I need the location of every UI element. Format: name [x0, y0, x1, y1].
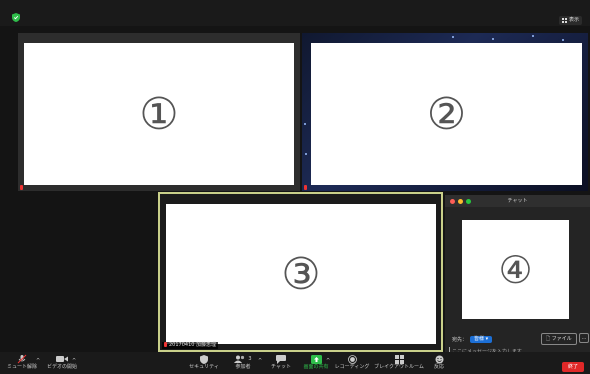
view-button-label: 表示 [568, 17, 579, 23]
grid-icon [561, 18, 567, 23]
maximize-window-icon[interactable] [466, 199, 471, 204]
chat-content-placeholder: ④ [462, 220, 569, 319]
chat-label: チャット [271, 364, 291, 370]
file-button-label: ファイル [551, 336, 572, 342]
shared-screen-2: ② [311, 43, 582, 185]
breakout-icon [394, 354, 404, 364]
background-sparkle [305, 153, 307, 155]
reactions-label: 反応 [433, 364, 444, 370]
chat-panel: チャット ④ 宛先： 皆様 ▾ 🗋 ファイル … [445, 195, 590, 360]
unmute-button[interactable]: ミュート解除 [4, 354, 40, 371]
breakout-rooms-button[interactable]: ブレイクアウトルーム [372, 354, 426, 371]
chat-recipient-row: 宛先： 皆様 ▾ [452, 336, 493, 343]
tile-number-4: ④ [498, 247, 533, 292]
chat-recipient-select[interactable]: 皆様 ▾ [470, 336, 493, 343]
chat-icon [276, 354, 286, 364]
security-label: セキュリティ [189, 364, 219, 370]
security-shield-icon[interactable] [12, 13, 20, 22]
background-sparkle [492, 38, 494, 40]
share-options-chevron-icon[interactable]: ^ [326, 358, 330, 364]
mic-muted-icon [164, 342, 167, 347]
security-button[interactable]: セキュリティ [186, 354, 222, 371]
participants-chevron-icon[interactable]: ^ [258, 358, 262, 364]
video-tile-3-active[interactable]: ③ 20170410 加藤恵理 [158, 192, 443, 352]
view-button[interactable]: 表示 [558, 16, 582, 25]
record-label: レコーディング [334, 364, 370, 370]
end-meeting-button[interactable]: 終了 [562, 362, 584, 372]
reactions-button[interactable]: 反応 [430, 354, 448, 371]
record-button[interactable]: レコーディング [334, 354, 370, 371]
video-options-chevron-icon[interactable]: ^ [72, 358, 76, 364]
video-icon [56, 356, 68, 362]
tile-number-2: ② [426, 88, 467, 140]
chat-more-button[interactable]: … [579, 333, 589, 343]
background-sparkle [562, 39, 564, 41]
participant-name: 20170410 加藤恵理 [169, 342, 217, 348]
start-video-label: ビデオの開始 [46, 364, 77, 370]
background-sparkle [304, 123, 306, 125]
top-bar: 表示 [0, 0, 590, 26]
participants-label: 参加者 [235, 364, 251, 370]
unmute-label: ミュート解除 [6, 364, 37, 370]
share-screen-icon [310, 354, 322, 364]
breakout-rooms-label: ブレイクアウトルーム [374, 364, 424, 370]
tile-number-1: ① [139, 88, 179, 140]
mic-muted-icon [304, 185, 307, 190]
reaction-icon [435, 355, 443, 363]
participants-button[interactable]: 3 参加者 [228, 354, 258, 371]
file-icon: 🗋 [546, 336, 551, 342]
participant-count: 3 [248, 356, 252, 362]
minimize-window-icon[interactable] [458, 199, 463, 204]
meeting-toolbar: ミュート解除 ^ ビデオの開始 ^ セキュリティ 3 参加者 ^ チャット 画面… [0, 352, 590, 374]
record-icon [347, 354, 357, 364]
shared-screen-1: ① [24, 43, 294, 185]
shield-icon [200, 354, 208, 364]
close-window-icon[interactable] [450, 199, 455, 204]
mic-muted-icon [20, 185, 23, 190]
background-sparkle [452, 36, 454, 38]
chat-title: チャット [507, 198, 528, 204]
video-tile-2[interactable]: ② [302, 33, 588, 191]
tile-number-3: ③ [281, 248, 321, 300]
participants-icon [234, 355, 245, 363]
chat-button[interactable]: チャット [268, 354, 294, 371]
chat-to-label: 宛先： [452, 337, 468, 343]
background-sparkle [532, 35, 534, 37]
chat-header: チャット [445, 195, 590, 207]
shared-screen-3: ③ [166, 204, 436, 344]
mic-muted-icon [17, 354, 27, 364]
audio-options-chevron-icon[interactable]: ^ [36, 358, 40, 364]
participant-name-label: 20170410 加藤恵理 [162, 342, 219, 349]
video-tile-1[interactable]: ① [18, 33, 300, 191]
file-button[interactable]: 🗋 ファイル [541, 333, 577, 345]
share-screen-label: 画面の共有 [303, 364, 329, 370]
chat-recipient-value: 皆様 [474, 336, 485, 342]
